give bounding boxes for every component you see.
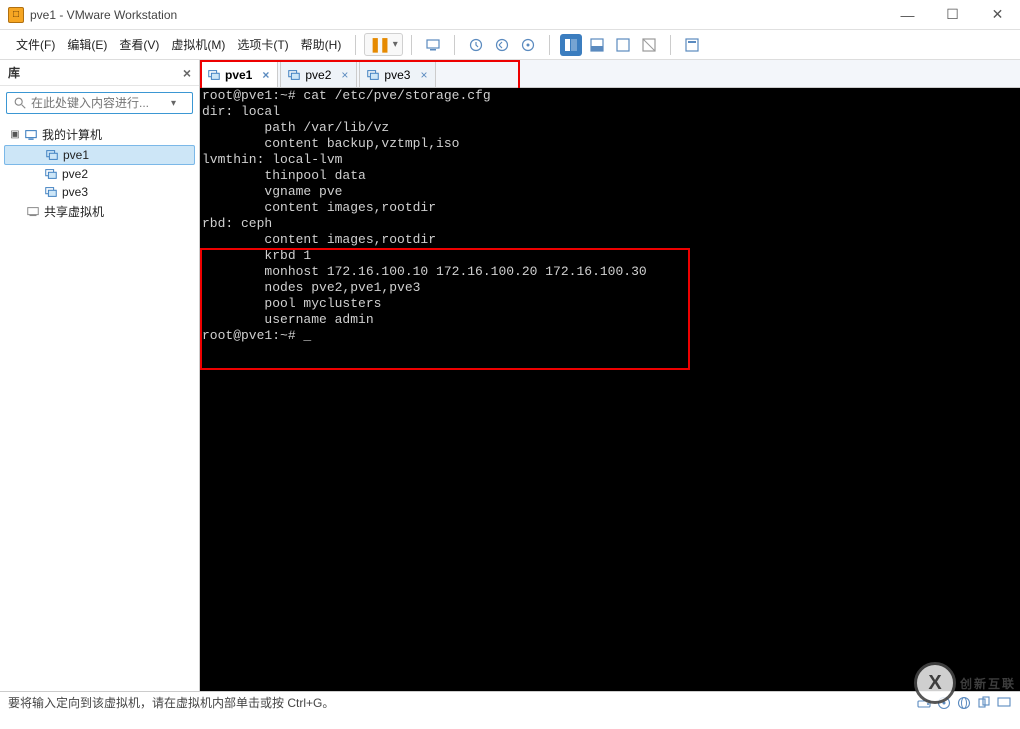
tree-toggle-icon[interactable]: ▣ bbox=[10, 129, 20, 140]
sound-icon[interactable] bbox=[996, 695, 1012, 711]
terminal-line: root@pve1:~# _ bbox=[200, 328, 1020, 344]
view-mode-1-icon[interactable] bbox=[560, 34, 582, 56]
disk-icon[interactable] bbox=[916, 695, 932, 711]
menubar: 文件(F) 编辑(E) 查看(V) 虚拟机(M) 选项卡(T) 帮助(H) ❚❚… bbox=[0, 30, 1020, 60]
terminal-line: root@pve1:~# cat /etc/pve/storage.cfg bbox=[200, 88, 1020, 104]
search-input[interactable] bbox=[31, 96, 171, 110]
maximize-button[interactable]: ☐ bbox=[930, 0, 975, 29]
app-icon: □ bbox=[8, 7, 24, 23]
terminal-line: pool myclusters bbox=[200, 296, 1020, 312]
tree-root-my-computer[interactable]: ▣ 我的计算机 bbox=[4, 124, 195, 145]
terminal-line: content backup,vztmpl,iso bbox=[200, 136, 1020, 152]
separator bbox=[355, 35, 356, 55]
tree-item-label: pve1 bbox=[63, 148, 89, 162]
vm-icon bbox=[44, 185, 58, 199]
titlebar: □ pve1 - VMware Workstation — ☐ ✕ bbox=[0, 0, 1020, 30]
window-controls: — ☐ ✕ bbox=[885, 0, 1020, 29]
pause-button[interactable]: ❚❚ ▾ bbox=[364, 33, 403, 56]
vm-icon bbox=[287, 68, 301, 82]
tree-item-pve1[interactable]: pve1 bbox=[4, 145, 195, 165]
vm-icon bbox=[44, 167, 58, 181]
menu-tabs[interactable]: 选项卡(T) bbox=[231, 32, 294, 57]
terminal-line: content images,rootdir bbox=[200, 200, 1020, 216]
view-mode-2-icon[interactable] bbox=[586, 34, 608, 56]
sidebar: 库 × ▾ ▣ 我的计算机 pve1 pve2 pve3 bbox=[0, 60, 200, 691]
snapshot-manager-icon[interactable] bbox=[517, 34, 539, 56]
cd-icon[interactable] bbox=[936, 695, 952, 711]
tree-item-label: pve3 bbox=[62, 185, 88, 199]
tree-item-pve3[interactable]: pve3 bbox=[4, 183, 195, 201]
library-icon[interactable] bbox=[681, 34, 703, 56]
snapshot-icon[interactable] bbox=[465, 34, 487, 56]
terminal-line: thinpool data bbox=[200, 168, 1020, 184]
tab-pve3[interactable]: pve3 × bbox=[359, 61, 436, 87]
terminal-line: path /var/lib/vz bbox=[200, 120, 1020, 136]
tree-shared-vms[interactable]: 共享虚拟机 bbox=[4, 201, 195, 222]
tab-close-icon[interactable]: × bbox=[341, 68, 348, 82]
tab-label: pve3 bbox=[384, 68, 410, 82]
menu-view[interactable]: 查看(V) bbox=[113, 32, 165, 57]
tree-label: 我的计算机 bbox=[42, 126, 102, 143]
menu-vm[interactable]: 虚拟机(M) bbox=[165, 32, 231, 57]
terminal-line: dir: local bbox=[200, 104, 1020, 120]
sidebar-title: 库 bbox=[8, 64, 20, 81]
separator bbox=[411, 35, 412, 55]
tree-item-label: pve2 bbox=[62, 167, 88, 181]
sidebar-close-icon[interactable]: × bbox=[183, 65, 191, 81]
send-ctrl-alt-del-icon[interactable] bbox=[422, 34, 444, 56]
tab-close-icon[interactable]: × bbox=[262, 68, 269, 82]
unity-icon[interactable] bbox=[638, 34, 660, 56]
shared-icon bbox=[26, 205, 40, 219]
window-title: pve1 - VMware Workstation bbox=[30, 8, 885, 22]
vm-icon bbox=[366, 68, 380, 82]
terminal-line: vgname pve bbox=[200, 184, 1020, 200]
terminal-line: monhost 172.16.100.10 172.16.100.20 172.… bbox=[200, 264, 1020, 280]
terminal-line: lvmthin: local-lvm bbox=[200, 152, 1020, 168]
usb-icon[interactable] bbox=[976, 695, 992, 711]
tab-label: pve1 bbox=[225, 68, 252, 82]
separator bbox=[549, 35, 550, 55]
vm-icon bbox=[45, 148, 59, 162]
terminal[interactable]: root@pve1:~# cat /etc/pve/storage.cfgdir… bbox=[200, 88, 1020, 691]
terminal-line: krbd 1 bbox=[200, 248, 1020, 264]
tree-item-label: 共享虚拟机 bbox=[44, 203, 104, 220]
vm-tabs: pve1 × pve2 × pve3 × bbox=[200, 60, 1020, 88]
pause-icon: ❚❚ bbox=[369, 36, 388, 53]
close-button[interactable]: ✕ bbox=[975, 0, 1020, 29]
vm-tree: ▣ 我的计算机 pve1 pve2 pve3 共享虚拟机 bbox=[0, 120, 199, 226]
tab-close-icon[interactable]: × bbox=[420, 68, 427, 82]
menu-help[interactable]: 帮助(H) bbox=[295, 32, 348, 57]
separator bbox=[670, 35, 671, 55]
search-dropdown-icon[interactable]: ▾ bbox=[171, 98, 176, 109]
search-icon bbox=[13, 96, 27, 110]
search-box[interactable]: ▾ bbox=[6, 92, 193, 114]
content-area: pve1 × pve2 × pve3 × root@pve1:~# cat /e… bbox=[200, 60, 1020, 691]
minimize-button[interactable]: — bbox=[885, 0, 930, 29]
status-text: 要将输入定向到该虚拟机，请在虚拟机内部单击或按 Ctrl+G。 bbox=[8, 694, 334, 711]
tab-pve1[interactable]: pve1 × bbox=[200, 61, 278, 87]
sidebar-header: 库 × bbox=[0, 60, 199, 86]
snapshot-revert-icon[interactable] bbox=[491, 34, 513, 56]
terminal-line: username admin bbox=[200, 312, 1020, 328]
menu-file[interactable]: 文件(F) bbox=[10, 32, 61, 57]
tab-label: pve2 bbox=[305, 68, 331, 82]
menu-edit[interactable]: 编辑(E) bbox=[61, 32, 113, 57]
tree-item-pve2[interactable]: pve2 bbox=[4, 165, 195, 183]
vm-icon bbox=[207, 68, 221, 82]
terminal-line: nodes pve2,pve1,pve3 bbox=[200, 280, 1020, 296]
statusbar: 要将输入定向到该虚拟机，请在虚拟机内部单击或按 Ctrl+G。 bbox=[0, 691, 1020, 713]
separator bbox=[454, 35, 455, 55]
main-area: 库 × ▾ ▣ 我的计算机 pve1 pve2 pve3 bbox=[0, 60, 1020, 691]
fullscreen-icon[interactable] bbox=[612, 34, 634, 56]
dropdown-icon: ▾ bbox=[393, 39, 398, 50]
computer-icon bbox=[24, 128, 38, 142]
tab-pve2[interactable]: pve2 × bbox=[280, 61, 357, 87]
network-icon[interactable] bbox=[956, 695, 972, 711]
terminal-line: content images,rootdir bbox=[200, 232, 1020, 248]
status-icons bbox=[916, 695, 1012, 711]
terminal-line: rbd: ceph bbox=[200, 216, 1020, 232]
